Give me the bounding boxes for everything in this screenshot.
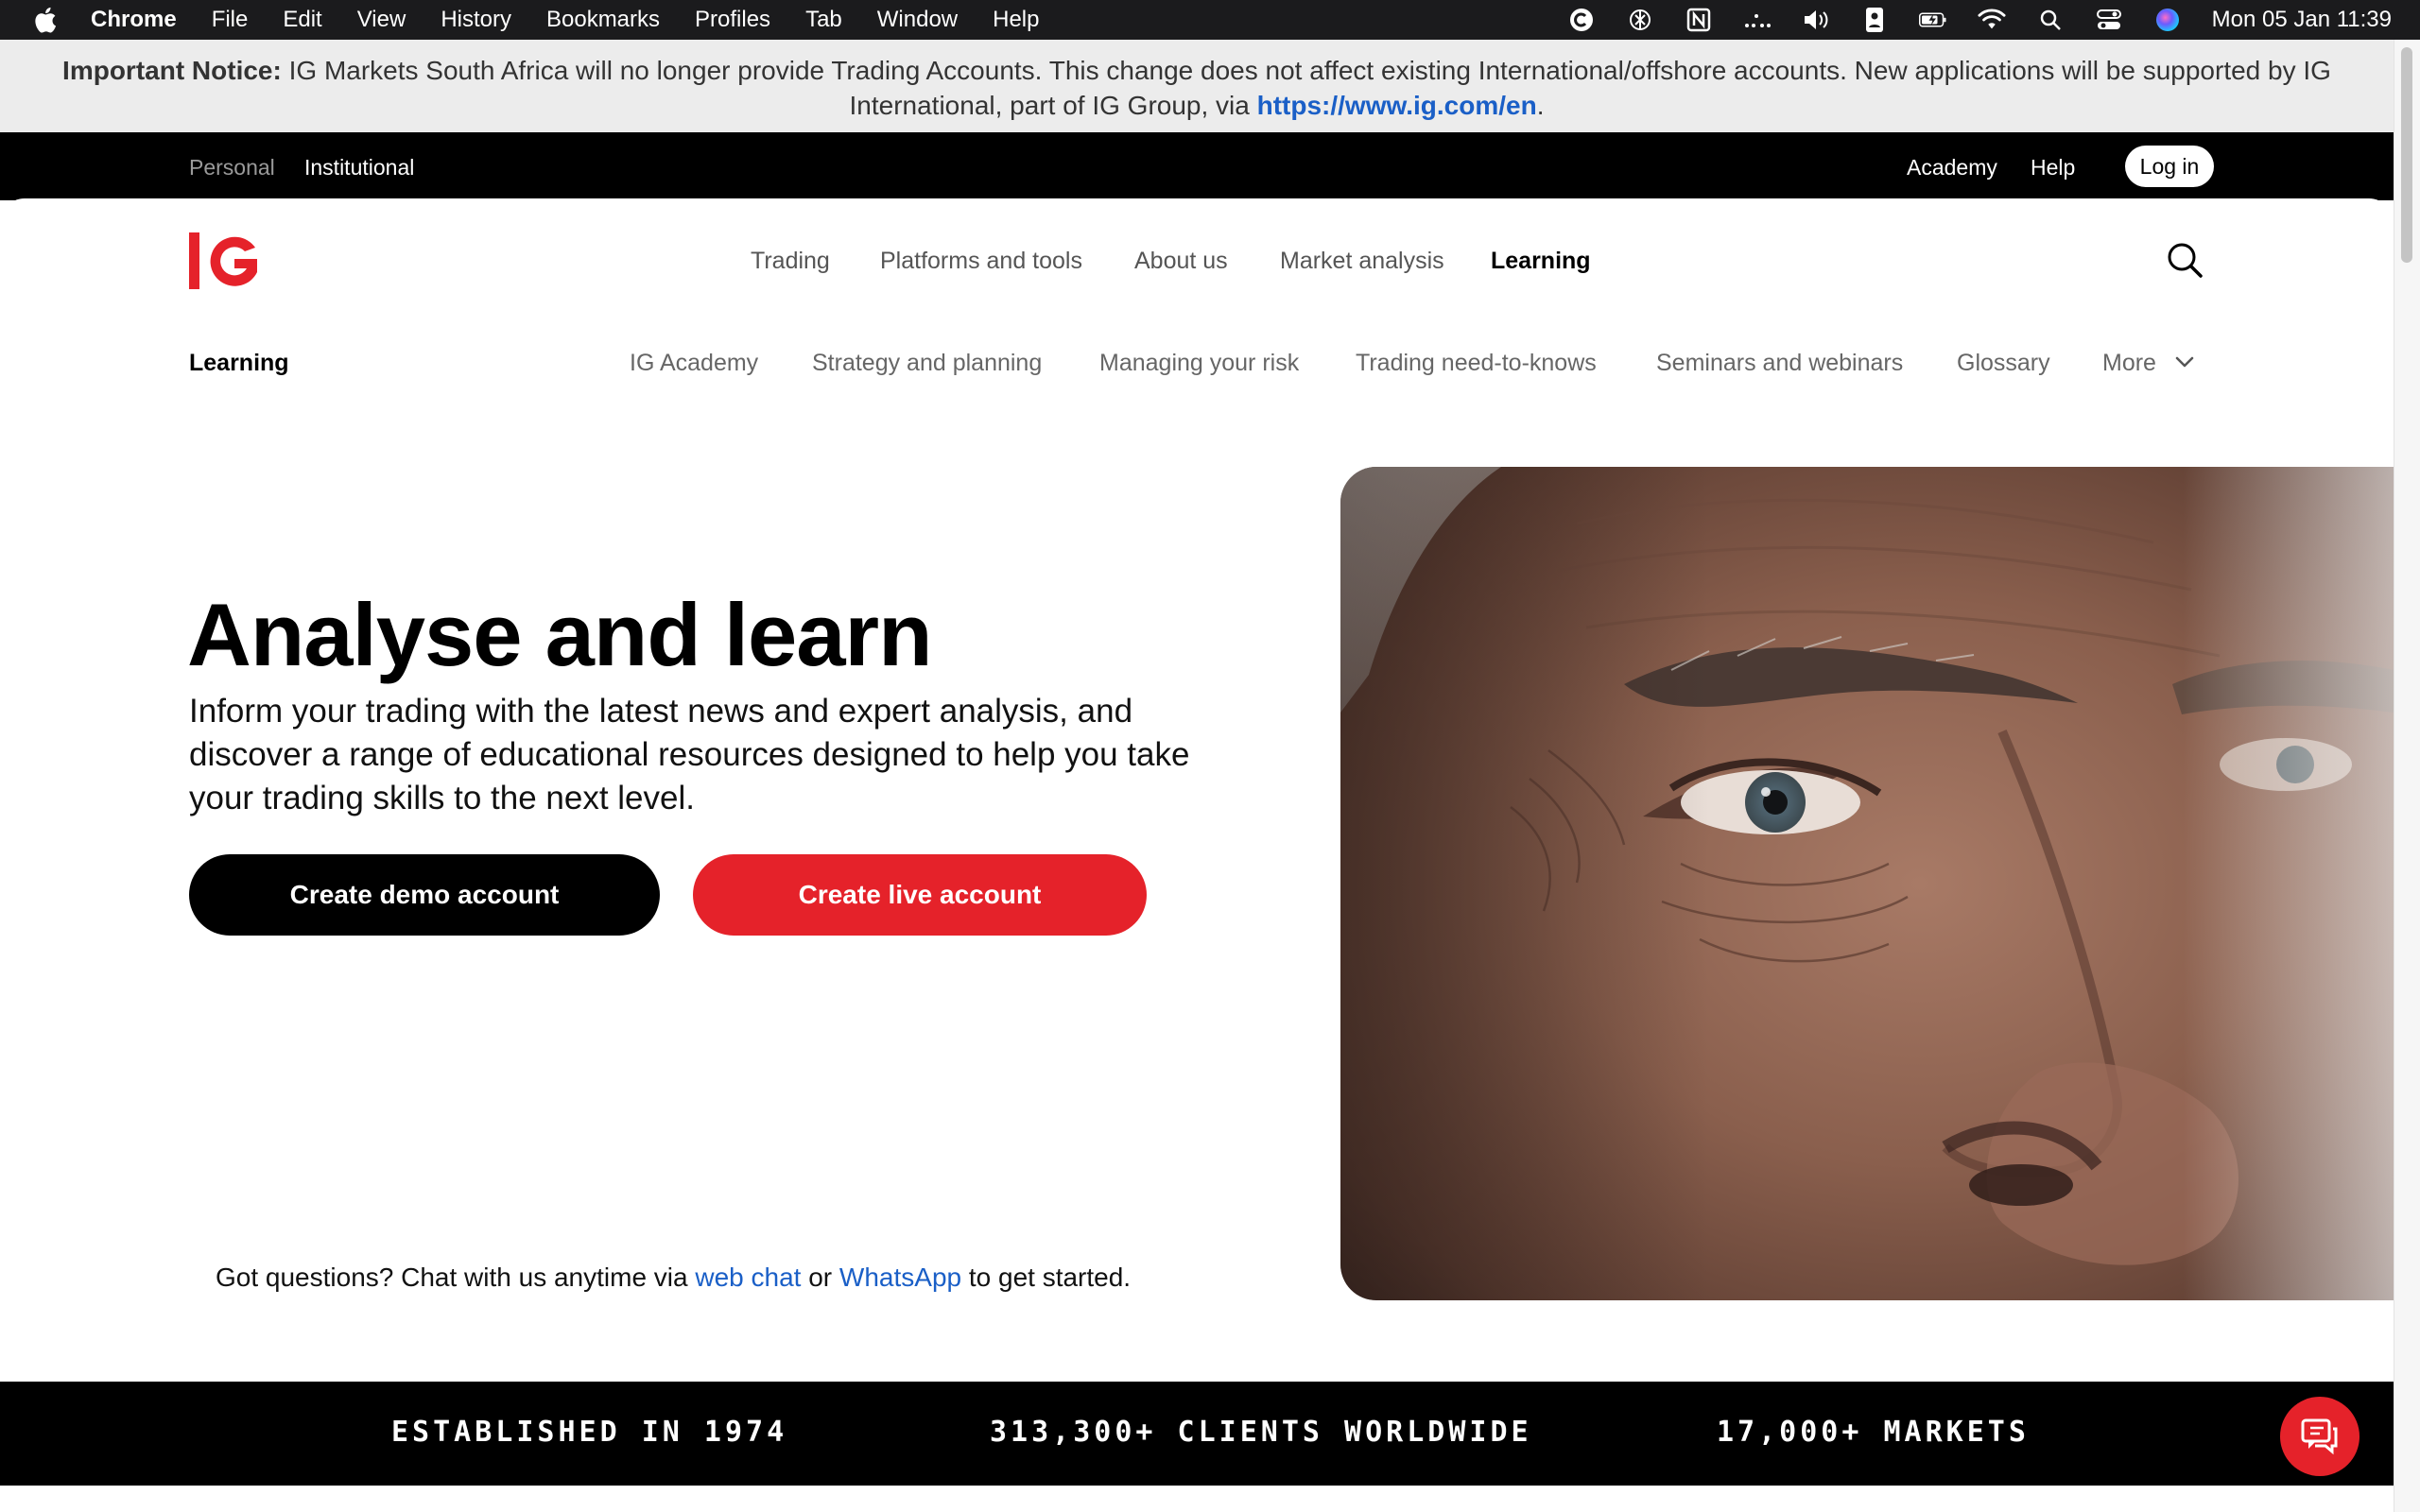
search-icon[interactable] — [2165, 240, 2204, 280]
menu-profiles[interactable]: Profiles — [695, 7, 770, 33]
chat-suffix: to get started. — [961, 1263, 1132, 1292]
hero-description: Inform your trading with the latest news… — [189, 693, 1190, 816]
nav-learning[interactable]: Learning — [1491, 248, 1591, 275]
chat-or: or — [801, 1263, 839, 1292]
apple-icon[interactable] — [32, 6, 57, 34]
menubar-clock[interactable]: Mon 05 Jan 11:39 — [2212, 7, 2392, 33]
web-chat-link[interactable]: web chat — [695, 1263, 801, 1292]
ig-logo[interactable] — [187, 231, 263, 291]
important-notice-banner: Important Notice: IG Markets South Afric… — [0, 40, 2394, 132]
stat-established: ESTABLISHED IN 1974 — [391, 1416, 788, 1449]
subnav-glossary[interactable]: Glossary — [1957, 350, 2050, 377]
chat-bubble-icon — [2301, 1418, 2338, 1455]
chat-button[interactable] — [2280, 1397, 2360, 1476]
create-live-account-button[interactable]: Create live account — [693, 854, 1147, 936]
audience-bar: Personal Institutional Academy Help Log … — [0, 132, 2394, 200]
subnav-seminars-and-webinars[interactable]: Seminars and webinars — [1656, 350, 1903, 377]
stat-markets: 17,000+ MARKETS — [1717, 1416, 2030, 1449]
stat-clients: 313,300+ CLIENTS WORLDWIDE — [990, 1416, 1532, 1449]
volume-icon[interactable] — [1802, 6, 1830, 34]
menu-tab[interactable]: Tab — [805, 7, 842, 33]
personal-link[interactable]: Personal — [189, 155, 275, 180]
scrollbar-thumb[interactable] — [2401, 47, 2412, 263]
siri-icon[interactable] — [2153, 6, 2182, 34]
menu-help[interactable]: Help — [993, 7, 1039, 33]
subnav-trading-need-to-knows[interactable]: Trading need-to-knows — [1356, 350, 1597, 377]
hero-title: Analyse and learn — [187, 585, 933, 684]
subnav-strategy-and-planning[interactable]: Strategy and planning — [812, 350, 1042, 377]
help-link[interactable]: Help — [2031, 155, 2075, 180]
whatsapp-link[interactable]: WhatsApp — [839, 1263, 961, 1292]
nav-platforms-and-tools[interactable]: Platforms and tools — [880, 248, 1082, 275]
menu-bookmarks[interactable]: Bookmarks — [546, 7, 660, 33]
notion-icon[interactable] — [1685, 6, 1713, 34]
hero-face-image — [1340, 467, 2394, 1300]
battery-charging-icon[interactable] — [1918, 6, 1947, 34]
nav-market-analysis[interactable]: Market analysis — [1280, 248, 1444, 275]
battery-person-icon[interactable] — [1860, 6, 1889, 34]
notice-label: Important Notice: — [62, 56, 282, 85]
wifi-icon[interactable] — [1978, 6, 2006, 34]
stats-bar: ESTABLISHED IN 1974 313,300+ CLIENTS WOR… — [0, 1382, 2394, 1486]
dots-icon[interactable] — [1743, 6, 1772, 34]
chat-prefix: Got questions? Chat with us anytime via — [216, 1263, 696, 1292]
menu-history[interactable]: History — [441, 7, 511, 33]
macos-menu-bar: Chrome File Edit View History Bookmarks … — [0, 0, 2420, 40]
chat-prompt: Got questions? Chat with us anytime via … — [216, 1263, 1131, 1293]
subnav-title[interactable]: Learning — [189, 350, 289, 377]
nav-about-us[interactable]: About us — [1134, 248, 1228, 275]
nav-trading[interactable]: Trading — [751, 248, 830, 275]
chevron-down-icon[interactable] — [2174, 352, 2195, 372]
spotlight-search-icon[interactable] — [2036, 6, 2065, 34]
page-bottom-edge — [0, 1486, 2394, 1512]
notice-link[interactable]: https://www.ig.com/en — [1257, 91, 1537, 120]
menu-edit[interactable]: Edit — [283, 7, 321, 33]
create-demo-account-button[interactable]: Create demo account — [189, 854, 660, 936]
institutional-link[interactable]: Institutional — [304, 155, 414, 180]
academy-link[interactable]: Academy — [1907, 155, 1997, 180]
control-center-icon[interactable] — [2095, 6, 2123, 34]
openai-icon[interactable] — [1626, 6, 1654, 34]
subnav-ig-academy[interactable]: IG Academy — [630, 350, 758, 377]
menu-file[interactable]: File — [212, 7, 249, 33]
login-button[interactable]: Log in — [2125, 146, 2214, 187]
menu-window[interactable]: Window — [877, 7, 958, 33]
subnav-managing-your-risk[interactable]: Managing your risk — [1099, 350, 1299, 377]
notice-suffix: . — [1536, 91, 1545, 120]
c-circle-icon[interactable] — [1567, 6, 1596, 34]
menu-view[interactable]: View — [357, 7, 406, 33]
subnav-more[interactable]: More — [2102, 350, 2156, 377]
menu-app-name[interactable]: Chrome — [91, 7, 177, 33]
